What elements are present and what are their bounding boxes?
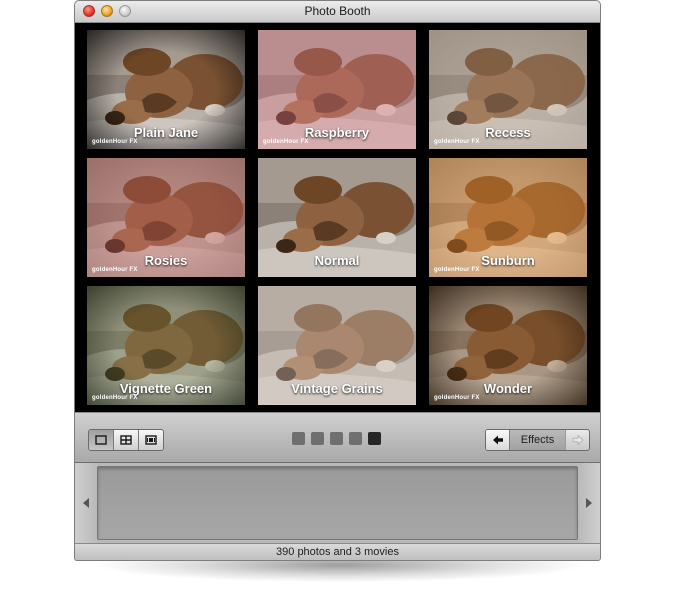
effect-tile[interactable]: Raspberry goldenHour FX [258,30,416,149]
four-up-mode-icon [120,435,132,445]
next-effects-button[interactable] [565,430,589,450]
effect-label: Raspberry [304,125,370,140]
effect-tile[interactable]: Wonder goldenHour FX [429,286,587,405]
effect-tile[interactable]: Normal [258,158,416,277]
effect-brand-watermark: goldenHour FX [434,267,480,273]
page-dot[interactable] [349,432,362,445]
effects-page-indicator [292,432,381,445]
effect-tile[interactable]: Recess goldenHour FX [429,30,587,149]
effect-tile[interactable]: Vintage Grains [258,286,416,405]
effect-brand-watermark: goldenHour FX [434,139,480,145]
effect-label: Rosies [144,253,188,268]
effect-tile[interactable]: Vignette Green goldenHour FX [87,286,245,405]
page-dot[interactable] [368,432,381,445]
effects-control: Effects [485,429,590,451]
page-dot[interactable] [330,432,343,445]
effects-button[interactable]: Effects [510,430,565,450]
window-title: Photo Booth [304,4,371,18]
photo-strip[interactable] [97,466,578,540]
effect-label: Normal [314,253,360,268]
effect-label: Recess [485,125,531,140]
effect-brand-watermark: goldenHour FX [263,139,309,145]
left-arrow-icon [492,435,503,445]
effect-tile[interactable]: Rosies goldenHour FX [87,158,245,277]
effect-tile[interactable]: Plain Jane goldenHour FX [87,30,245,149]
view-mode-control [88,429,164,451]
effect-brand-watermark: goldenHour FX [92,395,138,401]
effect-label: Plain Jane [133,125,199,140]
previous-effects-button[interactable] [486,430,510,450]
effect-brand-watermark: goldenHour FX [92,267,138,273]
right-arrow-icon [572,435,583,445]
single-photo-mode-button[interactable] [89,430,114,450]
effects-grid: Plain Jane goldenHour FX Raspberry goldenH… [75,23,600,412]
effect-label: Wonder [483,381,533,396]
page-dot[interactable] [292,432,305,445]
effect-label: Sunburn [481,253,535,268]
effect-label: Vignette Green [119,381,213,396]
triangle-left-icon [83,498,89,508]
effect-brand-watermark: goldenHour FX [92,139,138,145]
photo-tray [75,463,600,543]
photo-booth-window: Photo Booth Plain Jane goldenHour FX Ras… [74,0,601,561]
tray-scroll-right[interactable] [578,463,600,543]
page-dot[interactable] [311,432,324,445]
title-bar[interactable]: Photo Booth [75,1,600,23]
tray-scroll-left[interactable] [75,463,97,543]
effect-brand-watermark: goldenHour FX [434,395,480,401]
movie-mode-icon [145,435,157,445]
single-photo-mode-icon [95,435,107,445]
four-up-mode-button[interactable] [114,430,139,450]
movie-mode-button[interactable] [139,430,163,450]
status-bar: 390 photos and 3 movies [75,543,600,560]
effect-label: Vintage Grains [291,381,383,396]
triangle-right-icon [586,498,592,508]
toolbar: Effects [75,412,600,463]
effect-tile[interactable]: Sunburn goldenHour FX [429,158,587,277]
